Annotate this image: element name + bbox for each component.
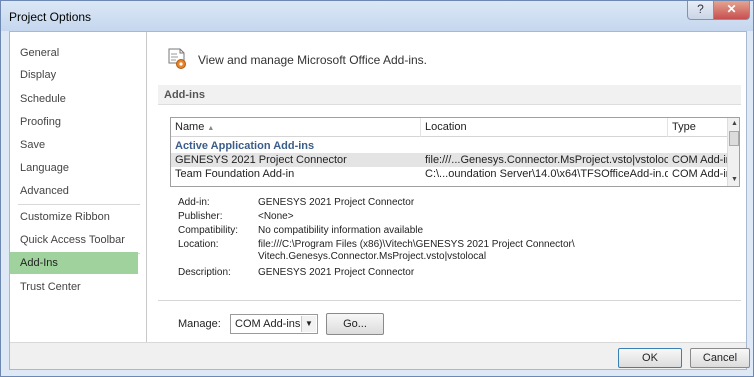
addin-type: COM Add-in [672, 154, 727, 166]
table-row[interactable]: Team Foundation Add-in C:\...oundation S… [171, 167, 727, 181]
sidebar-item-advanced[interactable]: Advanced [10, 180, 138, 202]
dialog-client-area: General Display Schedule Proofing Save L… [9, 31, 750, 370]
table-row[interactable]: GENESYS 2021 Project Connector file:///.… [171, 153, 727, 167]
list-group-header: Active Application Add-ins [171, 139, 727, 153]
addins-panel: View and manage Microsoft Office Add-ins… [148, 32, 746, 342]
ok-button[interactable]: OK [618, 348, 682, 368]
group-label: Active Application Add-ins [175, 140, 315, 152]
page-header-text: View and manage Microsoft Office Add-ins… [198, 53, 428, 67]
column-header-type[interactable]: Type [668, 118, 727, 137]
detail-label: Description: [178, 267, 231, 278]
sidebar-item-customize-ribbon[interactable]: Customize Ribbon [10, 206, 138, 228]
detail-label: Compatibility: [178, 225, 239, 236]
detail-value: <None> [258, 211, 294, 222]
detail-value: GENESYS 2021 Project Connector [258, 197, 415, 208]
sidebar-item-schedule[interactable]: Schedule [10, 88, 138, 110]
list-scrollbar[interactable]: ▲ ▼ [727, 118, 739, 186]
sidebar-item-display[interactable]: Display [10, 64, 138, 86]
options-sidebar: General Display Schedule Proofing Save L… [10, 32, 147, 342]
close-button[interactable]: ✕ [713, 1, 750, 20]
window-title: Project Options [9, 10, 92, 24]
section-title: Add-ins [164, 89, 205, 101]
sidebar-item-general[interactable]: General [10, 42, 138, 64]
column-name-label: Name [175, 121, 205, 133]
detail-label: Location: [178, 239, 219, 250]
sidebar-item-quick-access-toolbar[interactable]: Quick Access Toolbar [10, 229, 138, 251]
help-button[interactable]: ? [687, 1, 714, 20]
manage-area: Manage: COM Add-ins ▼ Go... [158, 300, 741, 340]
addin-name: Team Foundation Add-in [175, 168, 295, 180]
sidebar-item-add-ins[interactable]: Add-Ins [10, 252, 138, 274]
cancel-button[interactable]: Cancel [690, 348, 750, 368]
dropdown-arrow-icon[interactable]: ▼ [301, 316, 316, 332]
dialog-footer: OK Cancel [10, 342, 750, 369]
sidebar-item-save[interactable]: Save [10, 134, 138, 156]
scroll-thumb[interactable] [729, 131, 739, 146]
addins-gear-icon [168, 48, 186, 69]
scroll-up-icon[interactable]: ▲ [728, 118, 739, 130]
detail-label: Publisher: [178, 211, 223, 222]
sidebar-divider [18, 204, 140, 205]
addin-type: COM Add-in [672, 168, 727, 180]
title-bar: Project Options ? ✕ [1, 1, 753, 31]
go-button[interactable]: Go... [326, 313, 384, 335]
addins-list[interactable]: Name ▲ Location Type Active Application … [170, 117, 740, 187]
scroll-down-icon[interactable]: ▼ [728, 174, 739, 186]
sort-ascending-icon: ▲ [207, 125, 215, 132]
detail-label: Add-in: [178, 197, 210, 208]
manage-select-value: COM Add-ins [235, 318, 301, 330]
list-header: Name ▲ Location Type [171, 118, 727, 137]
manage-label: Manage: [178, 318, 221, 330]
addin-location: file:///...Genesys.Connector.MsProject.v… [425, 154, 668, 166]
project-options-window: Project Options ? ✕ General Display Sche… [0, 0, 754, 377]
sidebar-item-proofing[interactable]: Proofing [10, 111, 138, 133]
column-header-name[interactable]: Name ▲ [171, 118, 421, 137]
detail-value: file:///C:\Program Files (x86)\Vitech\GE… [258, 239, 575, 250]
detail-value: GENESYS 2021 Project Connector [258, 267, 415, 278]
addin-name: GENESYS 2021 Project Connector [175, 154, 347, 166]
column-header-location[interactable]: Location [421, 118, 668, 137]
detail-value: Vitech.Genesys.Connector.MsProject.vsto|… [258, 251, 487, 262]
section-header: Add-ins [158, 85, 741, 105]
sidebar-item-trust-center[interactable]: Trust Center [10, 276, 138, 298]
detail-value: No compatibility information available [258, 225, 424, 236]
sidebar-item-language[interactable]: Language [10, 157, 138, 179]
addin-location: C:\...oundation Server\14.0\x64\TFSOffic… [425, 168, 668, 180]
manage-select[interactable]: COM Add-ins ▼ [230, 314, 318, 334]
